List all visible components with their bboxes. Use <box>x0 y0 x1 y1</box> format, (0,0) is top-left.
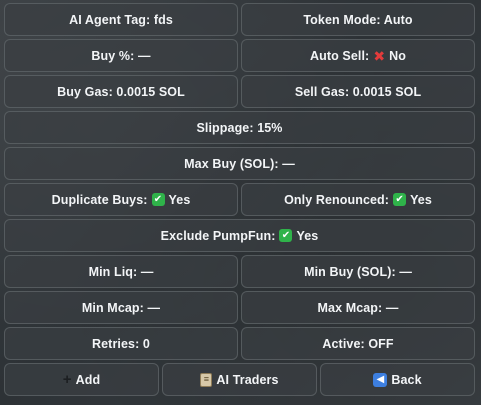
duplicate-buys-button[interactable]: Duplicate Buys: ✔ Yes <box>4 183 238 216</box>
active-label: Active: OFF <box>322 336 394 351</box>
add-label: Add <box>75 372 101 387</box>
row-retries-active: Retries: 0 Active: OFF <box>4 327 475 360</box>
row-agent-token: AI Agent Tag: fds Token Mode: Auto <box>4 3 475 36</box>
row-gas: Buy Gas: 0.0015 SOL Sell Gas: 0.0015 SOL <box>4 75 475 108</box>
max-mcap-label: Max Mcap: — <box>317 300 399 315</box>
row-footer: + Add ≡ AI Traders ◀ Back <box>4 363 475 396</box>
min-liq-button[interactable]: Min Liq: — <box>4 255 238 288</box>
min-buy-button[interactable]: Min Buy (SOL): — <box>241 255 475 288</box>
plus-icon: + <box>62 371 72 388</box>
buy-gas-label: Buy Gas: 0.0015 SOL <box>57 84 185 99</box>
check-mark-icon: ✔ <box>151 193 165 206</box>
exclude-pumpfun-button[interactable]: Exclude PumpFun: ✔ Yes <box>4 219 475 252</box>
cross-mark-icon: ✖ <box>373 47 386 64</box>
only-renounced-value: Yes <box>410 192 432 207</box>
back-arrow-icon: ◀ <box>373 372 388 387</box>
row-min-liq-buy: Min Liq: — Min Buy (SOL): — <box>4 255 475 288</box>
min-liq-label: Min Liq: — <box>88 264 154 279</box>
min-buy-label: Min Buy (SOL): — <box>304 264 412 279</box>
ai-agent-tag-button[interactable]: AI Agent Tag: fds <box>4 3 238 36</box>
retries-label: Retries: 0 <box>92 336 150 351</box>
back-button[interactable]: ◀ Back <box>320 363 475 396</box>
buy-percent-label: Buy %: — <box>91 48 151 63</box>
check-mark-icon: ✔ <box>279 229 293 242</box>
sell-gas-label: Sell Gas: 0.0015 SOL <box>294 84 422 99</box>
row-mcap: Min Mcap: — Max Mcap: — <box>4 291 475 324</box>
sell-gas-button[interactable]: Sell Gas: 0.0015 SOL <box>241 75 475 108</box>
ai-traders-label: AI Traders <box>216 372 279 387</box>
only-renounced-button[interactable]: Only Renounced: ✔ Yes <box>241 183 475 216</box>
retries-button[interactable]: Retries: 0 <box>4 327 238 360</box>
auto-sell-button[interactable]: Auto Sell: ✖ No <box>241 39 475 72</box>
max-buy-label: Max Buy (SOL): — <box>184 156 295 171</box>
row-buy-autosell: Buy %: — Auto Sell: ✖ No <box>4 39 475 72</box>
min-mcap-button[interactable]: Min Mcap: — <box>4 291 238 324</box>
row-exclude-pumpfun: Exclude PumpFun: ✔ Yes <box>4 219 475 252</box>
buy-gas-button[interactable]: Buy Gas: 0.0015 SOL <box>4 75 238 108</box>
row-slippage: Slippage: 15% <box>4 111 475 144</box>
ai-traders-button[interactable]: ≡ AI Traders <box>162 363 317 396</box>
active-button[interactable]: Active: OFF <box>241 327 475 360</box>
token-mode-button[interactable]: Token Mode: Auto <box>241 3 475 36</box>
only-renounced-prefix: Only Renounced: <box>284 192 390 207</box>
add-button[interactable]: + Add <box>4 363 159 396</box>
auto-sell-prefix: Auto Sell: <box>309 48 370 63</box>
duplicate-buys-value: Yes <box>168 192 191 207</box>
ai-agent-tag-label: AI Agent Tag: fds <box>69 12 173 27</box>
max-mcap-button[interactable]: Max Mcap: — <box>241 291 475 324</box>
max-buy-button[interactable]: Max Buy (SOL): — <box>4 147 475 180</box>
exclude-pumpfun-prefix: Exclude PumpFun: <box>160 228 276 243</box>
back-label: Back <box>391 372 422 387</box>
min-mcap-label: Min Mcap: — <box>81 300 161 315</box>
slippage-label: Slippage: 15% <box>196 120 283 135</box>
settings-grid: AI Agent Tag: fds Token Mode: Auto Buy %… <box>4 3 475 396</box>
auto-sell-value: No <box>389 48 407 63</box>
row-duplicate-renounced: Duplicate Buys: ✔ Yes Only Renounced: ✔ … <box>4 183 475 216</box>
clipboard-icon: ≡ <box>200 372 213 387</box>
exclude-pumpfun-value: Yes <box>296 228 319 243</box>
check-mark-icon: ✔ <box>393 193 407 206</box>
duplicate-buys-prefix: Duplicate Buys: <box>51 192 148 207</box>
row-max-buy: Max Buy (SOL): — <box>4 147 475 180</box>
slippage-button[interactable]: Slippage: 15% <box>4 111 475 144</box>
buy-percent-button[interactable]: Buy %: — <box>4 39 238 72</box>
token-mode-label: Token Mode: Auto <box>303 12 413 27</box>
